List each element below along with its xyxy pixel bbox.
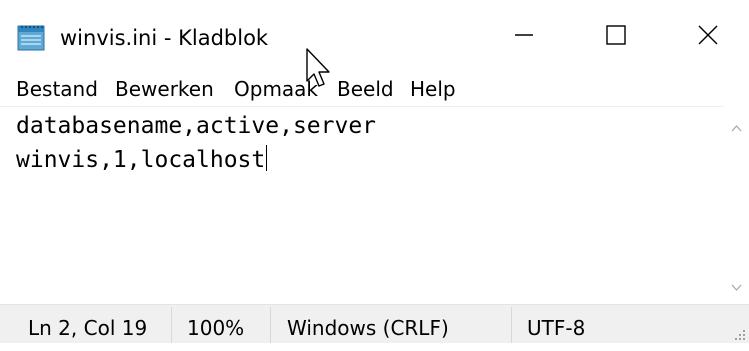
editor-line-1: databasename,active,server — [16, 113, 377, 139]
status-encoding: UTF-8 — [527, 316, 586, 340]
status-bar: Ln 2, Col 19 100% Windows (CRLF) UTF-8 — [0, 304, 749, 343]
minimize-button[interactable] — [496, 14, 552, 60]
status-line-ending: Windows (CRLF) — [287, 316, 449, 340]
text-editor[interactable]: databasename,active,server winvis,1,loca… — [0, 106, 724, 305]
status-divider — [270, 307, 271, 343]
menu-help[interactable]: Help — [410, 74, 456, 104]
title-bar[interactable]: winvis.ini - Kladblok — [0, 0, 749, 62]
vertical-scrollbar[interactable] — [724, 106, 749, 304]
menu-bewerken[interactable]: Bewerken — [115, 74, 214, 104]
resize-grip-icon[interactable] — [734, 326, 746, 340]
menu-bar: Bestand Bewerken Opmaak Beeld Help — [0, 74, 749, 104]
menu-bestand[interactable]: Bestand — [16, 74, 98, 104]
mouse-pointer-icon — [305, 47, 335, 93]
menu-beeld[interactable]: Beeld — [337, 74, 394, 104]
text-caret — [266, 145, 268, 171]
editor-line-2: winvis,1,localhost — [16, 145, 268, 173]
maximize-icon — [606, 25, 626, 49]
close-icon — [698, 25, 718, 49]
status-divider — [171, 307, 172, 343]
minimize-icon — [514, 25, 534, 49]
notepad-window: winvis.ini - Kladblok Bestand Bewerken O… — [0, 0, 749, 343]
notepad-icon — [14, 24, 50, 52]
window-title: winvis.ini - Kladblok — [60, 26, 269, 50]
scroll-down-icon[interactable] — [730, 279, 743, 292]
status-zoom: 100% — [187, 316, 245, 340]
status-cursor-position: Ln 2, Col 19 — [28, 316, 148, 340]
scroll-up-icon[interactable] — [730, 120, 743, 133]
status-divider — [511, 307, 512, 343]
close-button[interactable] — [680, 14, 736, 60]
maximize-button[interactable] — [588, 14, 644, 60]
